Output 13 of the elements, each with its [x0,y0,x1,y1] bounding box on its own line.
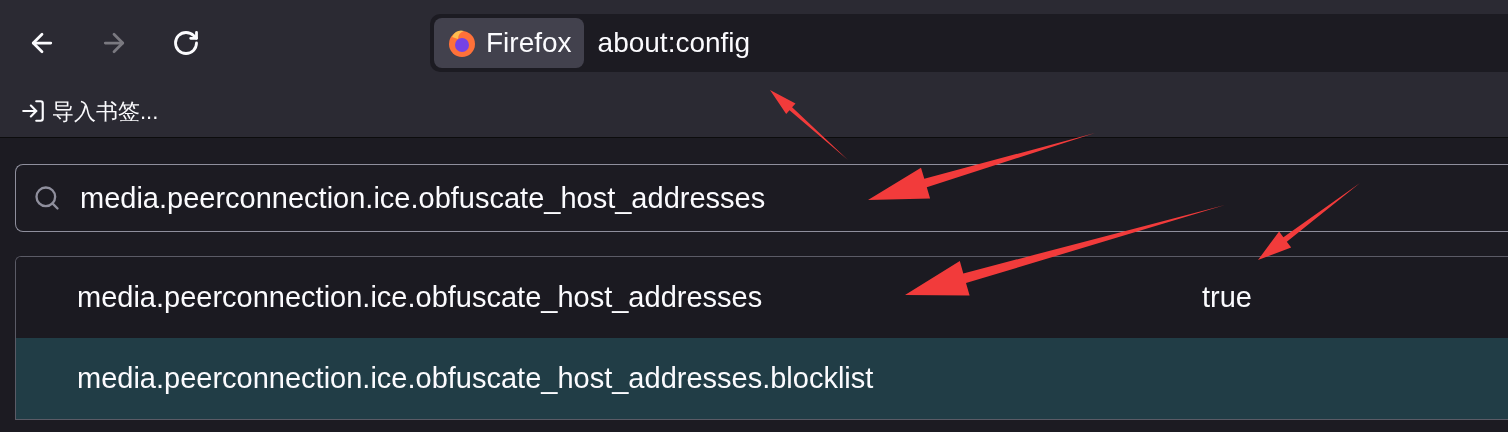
address-bar[interactable]: Firefox about:config [430,14,1508,72]
preference-value: true [1202,279,1252,315]
preference-row[interactable]: media.peerconnection.ice.obfuscate_host_addresses.blocklist [16,338,1508,419]
search-icon [33,184,61,212]
reload-icon [172,29,200,57]
import-icon [20,98,46,124]
identity-label: Firefox [486,26,572,60]
identity-box[interactable]: Firefox [434,18,584,68]
preference-name: media.peerconnection.ice.obfuscate_host_addresses.blocklist [77,360,875,396]
bookmark-item[interactable]: 导入书签... [20,94,159,128]
url-text: about:config [597,26,751,60]
search-field[interactable]: media.peerconnection.ice.obfuscate_host_addresses [15,164,1508,232]
preference-name: media.peerconnection.ice.obfuscate_host_addresses [77,279,764,315]
